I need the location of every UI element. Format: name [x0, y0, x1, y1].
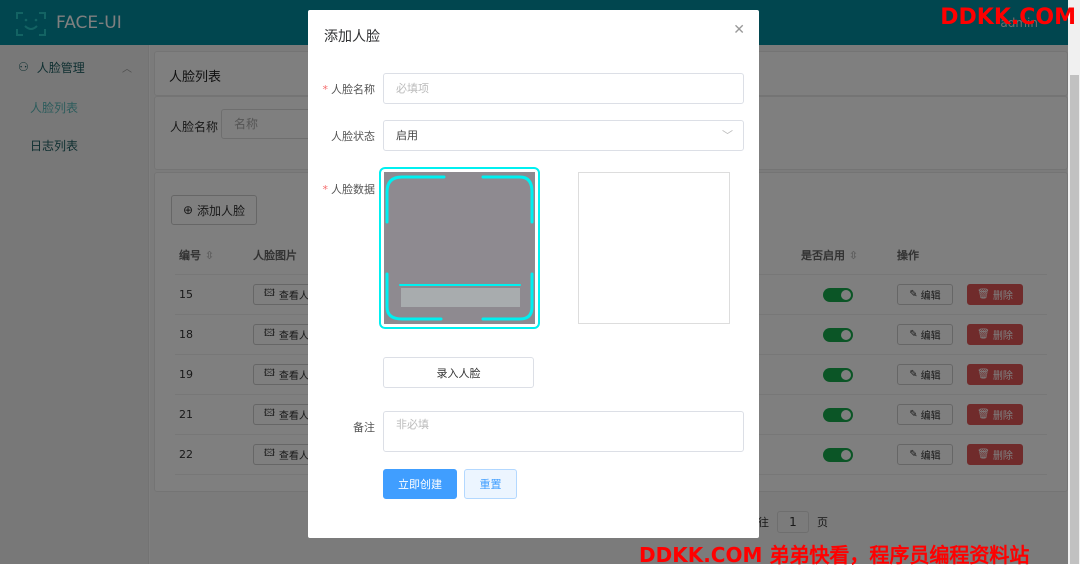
create-button[interactable]: 立即创建: [383, 469, 457, 499]
camera-preview: [379, 167, 540, 329]
remark-label: 备注: [353, 421, 375, 434]
status-label: 人脸状态: [331, 130, 375, 143]
face-name-input[interactable]: 必填项: [383, 73, 744, 104]
status-select[interactable]: 启用 ﹀: [383, 120, 744, 151]
watermark-top: DDKK.COM: [940, 5, 1076, 30]
dialog-title: 添加人脸: [324, 29, 380, 45]
face-scan-frame-icon: [385, 175, 534, 321]
data-label: * 人脸数据: [322, 183, 376, 196]
reset-button[interactable]: 重置: [464, 469, 517, 499]
capture-face-button[interactable]: 录入人脸: [383, 357, 534, 388]
captured-face-preview: [578, 172, 730, 324]
close-icon[interactable]: ✕: [733, 22, 745, 38]
name-label: * 人脸名称: [322, 83, 376, 96]
remark-textarea[interactable]: 非必填: [383, 411, 744, 452]
status-value: 启用: [396, 129, 418, 142]
page-scrollbar[interactable]: [1068, 0, 1080, 564]
chevron-down-icon: ﹀: [722, 129, 733, 142]
add-face-dialog: 添加人脸 ✕ * 人脸名称 必填项 人脸状态 启用 ﹀ * 人脸数据 录入人脸 备注…: [308, 10, 759, 538]
